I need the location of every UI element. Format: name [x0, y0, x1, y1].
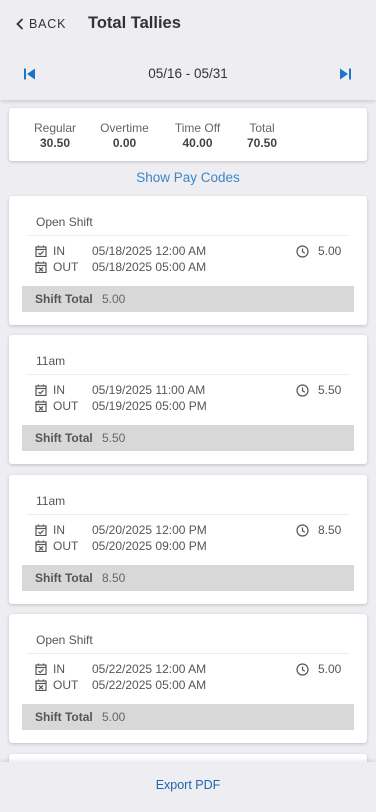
out-label: OUT [53, 678, 79, 692]
shift-total-value: 8.50 [102, 571, 126, 585]
divider [27, 653, 349, 654]
total-value: 0.00 [112, 136, 137, 150]
shift-total-label: Shift Total [35, 431, 93, 445]
skip-next-icon[interactable] [338, 67, 352, 81]
total-value: 40.00 [182, 136, 213, 150]
shift-total-bar: Shift Total 8.50 [22, 565, 354, 591]
out-time: 05/20/2025 09:00 PM [92, 539, 207, 553]
shift-total-label: Shift Total [35, 292, 93, 306]
in-label: IN [53, 383, 65, 397]
shift-card[interactable]: 11am IN 05/19/2025 11:00 AM OUT 05/19/20… [9, 335, 367, 464]
total-value: 70.50 [246, 136, 278, 150]
in-time: 05/22/2025 12:00 AM [92, 662, 207, 676]
shift-card[interactable]: Open Shift IN 05/18/2025 12:00 AM OUT 05… [9, 196, 367, 325]
divider [27, 235, 349, 236]
in-time: 05/18/2025 12:00 AM [92, 244, 207, 258]
calendar-in-icon [35, 245, 47, 257]
shift-card[interactable]: Open Shift IN 05/22/2025 12:00 AM OUT 05… [9, 614, 367, 743]
out-time: 05/18/2025 05:00 AM [92, 260, 207, 274]
calendar-in-icon [35, 384, 47, 396]
app-header: BACK Total Tallies 05/16 - 05/31 [0, 0, 376, 100]
out-label: OUT [53, 539, 79, 553]
hours-value: 5.00 [318, 662, 342, 676]
shift-total-value: 5.00 [102, 292, 126, 306]
export-pdf-button[interactable]: Export PDF [0, 778, 376, 792]
total-total: Total 70.50 [242, 121, 282, 150]
calendar-out-icon [35, 400, 47, 412]
total-value: 30.50 [39, 136, 71, 150]
shift-total-bar: Shift Total 5.00 [22, 286, 354, 312]
out-label: OUT [53, 399, 79, 413]
shift-name: 11am [36, 354, 66, 368]
divider [27, 374, 349, 375]
calendar-out-icon [35, 679, 47, 691]
in-label: IN [53, 662, 65, 676]
out-label: OUT [53, 260, 79, 274]
footer-bar: Export PDF [0, 762, 376, 812]
shift-total-bar: Shift Total 5.00 [22, 704, 354, 730]
in-label: IN [53, 244, 65, 258]
shift-total-bar: Shift Total 5.50 [22, 425, 354, 451]
hours-value: 5.50 [318, 383, 342, 397]
calendar-in-icon [35, 663, 47, 675]
total-time-off: Time Off 40.00 [170, 121, 225, 150]
clock-icon [296, 245, 309, 258]
hours-value: 5.00 [318, 244, 342, 258]
total-label: Time Off [174, 121, 221, 135]
show-pay-codes-link[interactable]: Show Pay Codes [0, 170, 376, 185]
chevron-left-icon [16, 18, 24, 30]
back-button[interactable]: BACK [16, 16, 66, 32]
clock-icon [296, 524, 309, 537]
calendar-in-icon [35, 524, 47, 536]
shift-name: Open Shift [36, 633, 93, 647]
shift-hours: 5.50 [296, 383, 356, 397]
in-time: 05/20/2025 12:00 PM [92, 523, 207, 537]
shift-total-label: Shift Total [35, 571, 93, 585]
shift-hours: 5.00 [296, 244, 356, 258]
total-label: Regular [33, 121, 77, 135]
back-label: BACK [29, 17, 67, 31]
out-time: 05/19/2025 05:00 PM [92, 399, 207, 413]
shift-hours: 8.50 [296, 523, 356, 537]
shift-card[interactable]: 11am IN 05/20/2025 12:00 PM OUT 05/20/20… [9, 475, 367, 604]
calendar-out-icon [35, 540, 47, 552]
divider [27, 514, 349, 515]
shift-hours: 5.00 [296, 662, 356, 676]
shift-total-label: Shift Total [35, 710, 93, 724]
hours-value: 8.50 [318, 523, 342, 537]
shift-total-value: 5.00 [102, 710, 126, 724]
total-overtime: Overtime 0.00 [96, 121, 153, 150]
total-label: Total [249, 121, 275, 135]
clock-icon [296, 663, 309, 676]
in-label: IN [53, 523, 65, 537]
date-range-nav: 05/16 - 05/31 [0, 62, 376, 86]
totals-summary: Regular 30.50 Overtime 0.00 Time Off 40.… [9, 108, 367, 161]
total-label: Overtime [100, 121, 149, 135]
calendar-out-icon [35, 261, 47, 273]
shift-name: 11am [36, 494, 66, 508]
out-time: 05/22/2025 05:00 AM [92, 678, 207, 692]
total-regular: Regular 30.50 [31, 121, 79, 150]
date-range: 05/16 - 05/31 [148, 66, 228, 81]
in-time: 05/19/2025 11:00 AM [92, 383, 206, 397]
shift-total-value: 5.50 [102, 431, 126, 445]
clock-icon [296, 384, 309, 397]
page-title: Total Tallies [88, 14, 181, 32]
shift-name: Open Shift [36, 215, 93, 229]
